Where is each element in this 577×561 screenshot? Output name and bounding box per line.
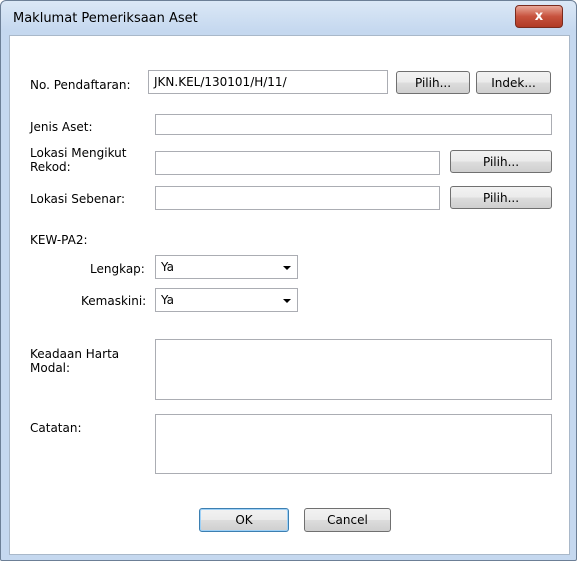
no-pendaftaran-input[interactable]: JKN.KEL/130101/H/11/ [148,70,388,94]
no-pendaftaran-pilih-button[interactable]: Pilih... [396,71,470,94]
chevron-down-icon [283,266,291,270]
kemaskini-selected-value: Ya [161,293,175,307]
close-button[interactable]: x [515,5,563,28]
close-icon: x [534,9,544,24]
lokasi-mengikut-rekod-input[interactable] [155,151,440,175]
dialog-window: Maklumat Pemeriksaan Aset x No. Pendafta… [0,0,577,561]
ok-button[interactable]: OK [199,508,289,532]
keadaan-harta-modal-label-line1: Keadaan Harta [30,347,120,361]
lengkap-selected-value: Ya [161,260,175,274]
lokasi-sebenar-pilih-button[interactable]: Pilih... [450,186,552,209]
catatan-label: Catatan: [30,421,82,435]
kemaskini-select[interactable]: Ya [155,288,298,312]
indek-button[interactable]: Indek... [476,71,551,94]
title-bar[interactable]: Maklumat Pemeriksaan Aset x [1,1,576,35]
lengkap-label: Lengkap: [90,262,145,276]
kemaskini-label: Kemaskini: [81,294,147,308]
keadaan-harta-modal-label-line2: Modal: [30,361,71,375]
chevron-down-icon [283,299,291,303]
jenis-aset-label: Jenis Aset: [30,120,93,134]
keadaan-harta-modal-textarea[interactable] [155,339,552,400]
catatan-textarea[interactable] [155,414,552,474]
dialog-body: No. Pendaftaran: JKN.KEL/130101/H/11/ Pi… [9,35,570,555]
lokasi-mengikut-rekod-label-line2: Rekod: [30,160,71,174]
lengkap-select[interactable]: Ya [155,255,298,279]
no-pendaftaran-label: No. Pendaftaran: [30,78,131,92]
cancel-button[interactable]: Cancel [304,508,391,532]
kew-pa2-label: KEW-PA2: [30,233,88,247]
lokasi-sebenar-input[interactable] [155,186,440,210]
lokasi-mengikut-rekod-label-line1: Lokasi Mengikut [30,146,127,160]
window-title: Maklumat Pemeriksaan Aset [13,11,198,26]
lokasi-sebenar-label: Lokasi Sebenar: [30,192,126,206]
lokasi-mengikut-rekod-pilih-button[interactable]: Pilih... [450,150,552,173]
jenis-aset-input[interactable] [155,114,552,135]
